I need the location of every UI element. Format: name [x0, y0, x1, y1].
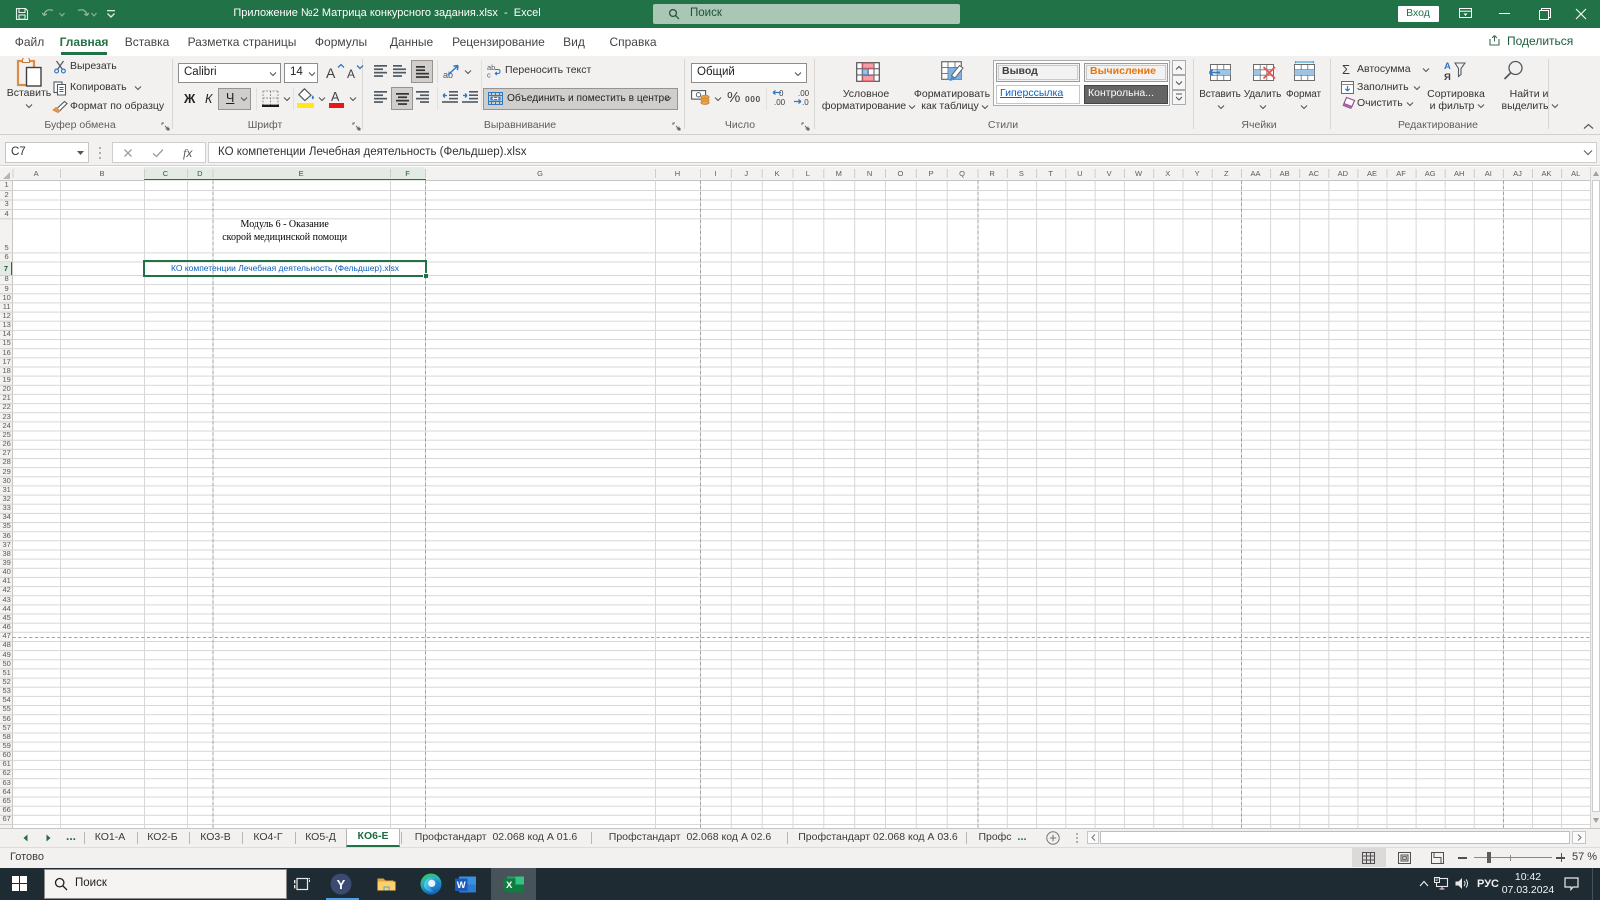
svg-text:W: W	[457, 880, 466, 891]
svg-text:Y: Y	[337, 877, 346, 892]
svg-text:X: X	[506, 880, 513, 891]
